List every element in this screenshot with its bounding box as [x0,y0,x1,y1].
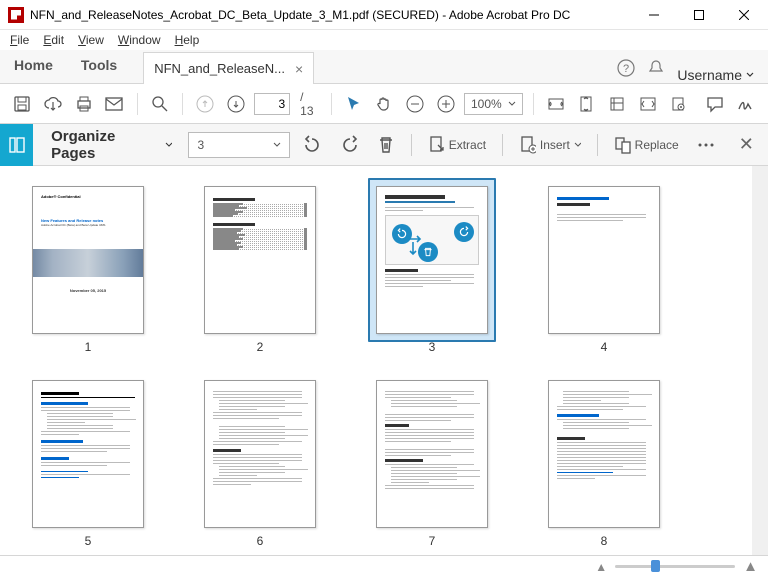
page-thumbnail[interactable]: Adobe® Confidential New Features and Rel… [30,186,146,354]
zoom-in-button[interactable] [433,89,458,119]
page-thumbnail[interactable]: 2 [202,186,318,354]
cloud-button[interactable] [41,89,66,119]
chevron-down-icon [165,141,173,149]
status-bar: ▲ ▲ [0,555,768,577]
organize-toolbar: Organize Pages 3 Extract Insert Replace … [0,124,768,166]
secure-button[interactable] [666,89,691,119]
chevron-down-icon [746,71,754,79]
page-total-label: / 13 [296,90,320,118]
extract-icon [428,135,444,155]
main-toolbar: / 13 100% [0,84,768,124]
read-mode-button[interactable] [635,89,660,119]
replace-button[interactable]: Replace [608,131,684,159]
hand-tool[interactable] [372,89,397,119]
organize-title[interactable]: Organize Pages [39,128,182,162]
zoom-dropdown[interactable]: 100% [464,93,523,115]
save-button[interactable] [10,89,35,119]
page-thumbnail[interactable]: 6 [202,380,318,548]
replace-icon [614,135,630,155]
page-thumbnail-selected[interactable]: 3 [374,186,490,354]
zoom-label: 100% [471,97,502,111]
tab-home[interactable]: Home [0,47,67,83]
notifications-icon[interactable] [641,53,671,83]
select-tool[interactable] [341,89,366,119]
chevron-down-icon [508,100,516,108]
user-menu[interactable]: Username [671,67,760,83]
page-thumbnail[interactable]: 8 [546,380,662,548]
tab-tools[interactable]: Tools [67,47,131,83]
user-label: Username [677,67,742,83]
chevron-down-icon [273,141,281,149]
window-minimize-button[interactable] [631,0,676,29]
page-display-button[interactable] [605,89,630,119]
insert-button[interactable]: Insert [513,131,587,159]
acrobat-app-icon [8,7,24,23]
page-thumbnail[interactable]: 7 [374,380,490,548]
close-panel-button[interactable]: ✕ [733,131,760,159]
prev-page-button[interactable] [193,89,218,119]
insert-icon [519,135,536,155]
thumbnail-workspace: Adobe® Confidential New Features and Rel… [0,166,768,555]
page-range-dropdown[interactable]: 3 [188,132,290,158]
vertical-scrollbar[interactable] [752,166,768,555]
page-thumbnail[interactable]: 5 [30,380,146,548]
extract-button[interactable]: Extract [422,131,492,159]
search-button[interactable] [147,89,172,119]
organize-panel-toggle[interactable] [0,124,33,166]
page-thumbnail[interactable]: 4 [546,186,662,354]
window-titlebar: NFN_and_ReleaseNotes_Acrobat_DC_Beta_Upd… [0,0,768,30]
help-icon[interactable]: ? [611,53,641,83]
delete-page-button[interactable] [371,131,401,159]
document-tabbar: Home Tools NFN_and_ReleaseN... × ? Usern… [0,50,768,84]
email-button[interactable] [102,89,127,119]
window-maximize-button[interactable] [676,0,721,29]
zoom-out-button[interactable] [403,89,428,119]
thumbnail-zoom-slider[interactable] [615,565,735,568]
rotate-ccw-button[interactable] [296,131,327,159]
sign-button[interactable] [733,89,758,119]
zoom-small-icon: ▲ [595,560,607,574]
tab-close-icon[interactable]: × [295,61,303,77]
window-close-button[interactable] [721,0,766,29]
chevron-down-icon [574,141,582,149]
page-number-input[interactable] [254,93,290,115]
more-button[interactable] [691,131,721,159]
tab-document[interactable]: NFN_and_ReleaseN... × [143,52,314,84]
fit-width-button[interactable] [544,89,569,119]
fit-page-button[interactable] [574,89,599,119]
comment-button[interactable] [703,89,728,119]
zoom-large-icon: ▲ [743,558,758,575]
rotate-cw-button[interactable] [334,131,365,159]
menu-help[interactable]: Help [169,31,206,49]
svg-text:?: ? [623,63,629,75]
window-title: NFN_and_ReleaseNotes_Acrobat_DC_Beta_Upd… [30,8,631,22]
tab-document-label: NFN_and_ReleaseN... [154,61,285,76]
print-button[interactable] [71,89,96,119]
next-page-button[interactable] [224,89,249,119]
